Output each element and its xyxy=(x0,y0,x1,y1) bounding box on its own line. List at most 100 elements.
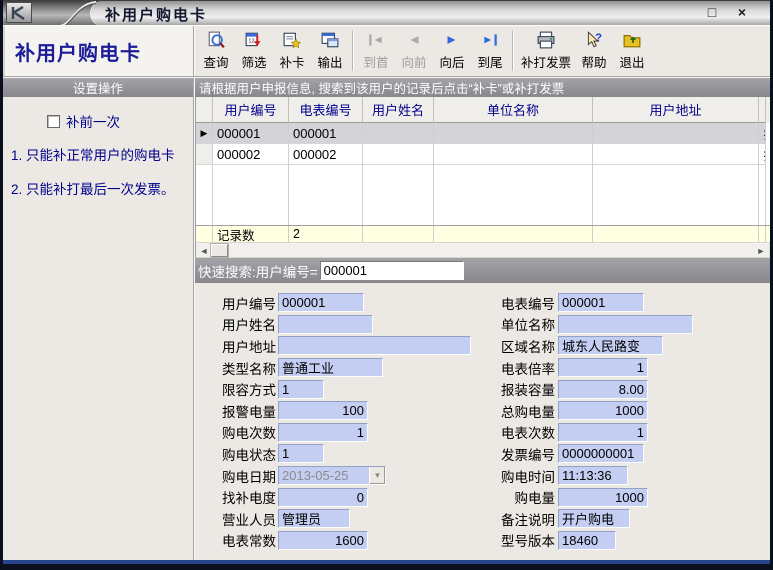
table-h-scrollbar[interactable]: ◄ ► xyxy=(195,242,770,258)
field-电表编号[interactable]: 000001 xyxy=(558,293,644,312)
toolbar-button-next[interactable]: 向后 xyxy=(433,28,471,74)
field-label-电表编号: 电表编号 xyxy=(495,293,555,313)
page-title: 补用户购电卡 xyxy=(3,37,141,66)
clipped-cell-fragment: 扌 xyxy=(759,144,766,165)
detail-form: 用户编号000001电表编号000001用户姓名单位名称用户地址区域名称城东人民… xyxy=(195,283,770,560)
toolbar-button-reprint-invoice[interactable]: 补打发票 xyxy=(517,28,575,74)
toolbar-button-exit[interactable]: 退出 xyxy=(613,28,651,74)
toolbar-divider xyxy=(512,31,514,71)
field-label-型号版本: 型号版本 xyxy=(495,530,555,550)
field-购电次数[interactable]: 1 xyxy=(278,423,368,442)
column-header[interactable]: 用户地址 xyxy=(593,97,759,123)
toolbar-button-label: 退出 xyxy=(620,52,645,71)
column-header[interactable]: 用户姓名 xyxy=(363,97,434,123)
prev-icon xyxy=(404,31,424,52)
field-电表次数[interactable]: 1 xyxy=(558,423,648,442)
toolbar-button-label: 到尾 xyxy=(477,52,502,71)
field-报装容量[interactable]: 8.00 xyxy=(558,380,648,399)
output-icon xyxy=(320,31,340,52)
field-总购电量[interactable]: 1000 xyxy=(558,401,648,420)
table-header-row: 用户编号电表编号用户姓名单位名称用户地址 xyxy=(196,97,770,123)
scrollbar-thumb[interactable] xyxy=(211,244,228,257)
field-label-限容方式: 限容方式 xyxy=(207,379,276,399)
close-button[interactable]: × xyxy=(732,3,752,21)
field-单位名称[interactable] xyxy=(558,315,693,334)
row-selector-header xyxy=(196,97,213,123)
field-label-购电日期: 购电日期 xyxy=(207,466,276,486)
column-header[interactable]: 电表编号 xyxy=(289,97,363,123)
toolbar-button-output[interactable]: 输出 xyxy=(311,28,349,74)
column-header[interactable]: 用户编号 xyxy=(213,97,289,123)
field-限容方式[interactable]: 1 xyxy=(278,380,324,399)
row-selector-cell xyxy=(196,144,213,165)
chevron-down-icon[interactable]: ▼ xyxy=(369,467,385,484)
current-row-pointer-icon: ▶ xyxy=(201,128,208,139)
search-icon xyxy=(206,31,226,52)
footer-cell xyxy=(759,226,766,242)
svg-text:12: 12 xyxy=(248,38,254,44)
field-型号版本[interactable]: 18460 xyxy=(558,531,616,550)
toolbar-button-help[interactable]: ?帮助 xyxy=(575,28,613,74)
field-label-电表次数: 电表次数 xyxy=(495,422,555,442)
toolbar: 查询 12 筛选补卡输出 到首向前向后到尾补打发票?帮助退出 xyxy=(195,26,770,76)
toolbar-button-card[interactable]: 补卡 xyxy=(273,28,311,74)
app-window: 补用户购电卡 □ × 补用户购电卡 查询 12 筛选补卡输出 到首向前向后到尾补打发票… xyxy=(0,0,773,570)
table-cell: 000002 xyxy=(213,144,289,165)
maximize-button[interactable]: □ xyxy=(702,3,722,21)
field-备注说明[interactable]: 开户购电 xyxy=(558,509,630,528)
field-购电状态[interactable]: 1 xyxy=(278,444,324,463)
field-label-电表常数: 电表常数 xyxy=(207,530,276,550)
toolbar-button-last[interactable]: 到尾 xyxy=(471,28,509,74)
toolbar-button-search[interactable]: 查询 xyxy=(197,28,235,74)
exit-icon xyxy=(622,31,642,52)
field-label-报装容量: 报装容量 xyxy=(495,379,555,399)
title-bar: 补用户购电卡 □ × xyxy=(3,0,770,26)
checkbox-box-icon[interactable] xyxy=(47,115,60,128)
table-footer-row: 记录数2 xyxy=(196,225,770,242)
field-label-电表倍率: 电表倍率 xyxy=(495,358,555,378)
field-找补电度[interactable]: 0 xyxy=(278,488,368,507)
toolbar-button-label: 到首 xyxy=(363,52,388,71)
field-用户地址[interactable] xyxy=(278,336,471,355)
clipped-cell-fragment: 扌 xyxy=(759,123,766,144)
table-row[interactable]: 000002000002扌 xyxy=(196,144,770,165)
field-类型名称[interactable]: 普通工业 xyxy=(278,358,383,377)
sidebar-header: 设置操作 xyxy=(3,78,193,97)
field-label-区域名称: 区域名称 xyxy=(495,336,555,356)
toolbar-button-label: 筛选 xyxy=(241,52,266,71)
field-区域名称[interactable]: 城东人民路变 xyxy=(558,336,663,355)
field-购电时间[interactable]: 11:13:36 xyxy=(558,466,628,485)
table-cell xyxy=(363,123,434,144)
field-购电量[interactable]: 1000 xyxy=(558,488,648,507)
redo-previous-checkbox[interactable]: 补前一次 xyxy=(47,111,193,131)
toolbar-button-filter[interactable]: 12 筛选 xyxy=(235,28,273,74)
field-购电日期-combobox[interactable]: 2013-05-25▼ xyxy=(278,466,386,485)
toolbar-button-label: 输出 xyxy=(317,52,342,71)
field-发票编号[interactable]: 0000000001 xyxy=(558,444,644,463)
table-empty-area xyxy=(196,165,770,225)
next-icon xyxy=(442,31,462,52)
app-logo-icon xyxy=(6,2,32,23)
footer-cell xyxy=(593,226,759,242)
scroll-left-icon[interactable]: ◄ xyxy=(198,245,210,257)
footer-cell xyxy=(363,226,434,242)
scroll-right-icon[interactable]: ► xyxy=(755,245,767,257)
toolbar-button-first[interactable]: 到首 xyxy=(357,28,395,74)
field-报警电量[interactable]: 100 xyxy=(278,401,368,420)
toolbar-divider xyxy=(352,31,354,71)
field-营业人员[interactable]: 管理员 xyxy=(278,509,350,528)
footer-cell xyxy=(434,226,593,242)
field-电表常数[interactable]: 1600 xyxy=(278,531,368,550)
table-cell xyxy=(593,144,759,165)
column-header[interactable]: 单位名称 xyxy=(434,97,593,123)
toolbar-button-prev[interactable]: 向前 xyxy=(395,28,433,74)
field-电表倍率[interactable]: 1 xyxy=(558,358,648,377)
field-用户姓名[interactable] xyxy=(278,315,373,334)
quick-search-input[interactable] xyxy=(320,261,464,280)
quick-search-label: 快速搜索:用户编号= xyxy=(198,261,318,281)
table-row[interactable]: ▶000001000001扌 xyxy=(196,123,770,144)
table-cell xyxy=(434,123,593,144)
field-label-购电次数: 购电次数 xyxy=(207,422,276,442)
field-用户编号[interactable]: 000001 xyxy=(278,293,364,312)
sidebar: 设置操作 补前一次 1. 只能补正常用户的购电卡 2. 只能补打最后一次发票。 xyxy=(3,78,195,560)
